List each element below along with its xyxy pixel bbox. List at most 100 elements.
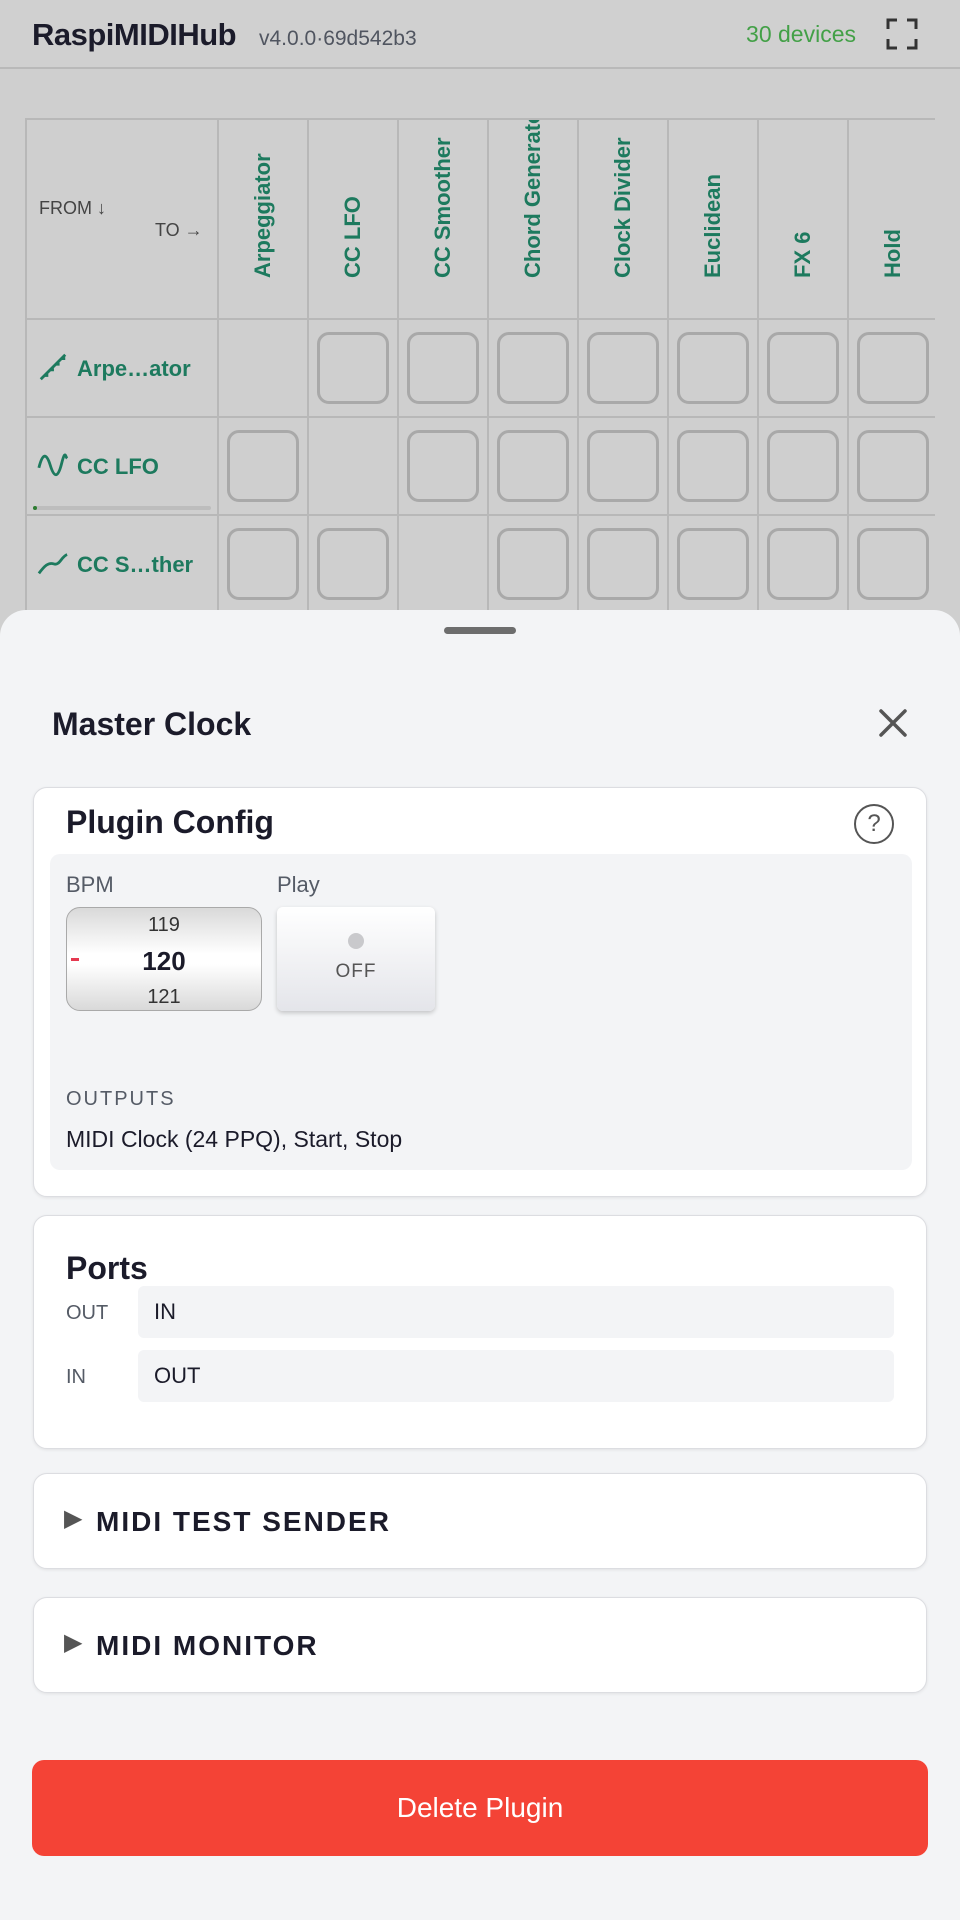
bpm-current-value: 120: [142, 946, 186, 976]
route-toggle[interactable]: [407, 430, 479, 502]
route-toggle[interactable]: [677, 528, 749, 600]
matrix-cell[interactable]: [669, 320, 759, 418]
route-toggle[interactable]: [497, 332, 569, 404]
matrix-column-label: Hold: [880, 229, 905, 278]
matrix-column-header[interactable]: CC LFO: [309, 120, 399, 320]
plugin-sheet: Master Clock Plugin Config ? BPM Play 11…: [0, 610, 960, 1920]
matrix-column-label: Arpeggiator: [250, 153, 275, 278]
matrix-corner: FROM ↓ TO →: [27, 120, 219, 320]
matrix-cell[interactable]: [219, 418, 309, 516]
port-in-label: IN: [66, 1366, 86, 1388]
route-toggle[interactable]: [587, 528, 659, 600]
matrix-column-label: FX 6: [790, 231, 815, 278]
matrix-row-header[interactable]: CC S…ther: [27, 516, 219, 614]
bpm-wheel[interactable]: 119 120 121: [66, 907, 262, 1011]
close-button[interactable]: [876, 706, 910, 740]
route-toggle[interactable]: [317, 332, 389, 404]
matrix-cell[interactable]: [489, 418, 579, 516]
matrix-cell[interactable]: [399, 418, 489, 516]
matrix-column-header[interactable]: Arpeggiator: [219, 120, 309, 320]
matrix-cell[interactable]: [399, 320, 489, 418]
close-icon: [879, 709, 907, 737]
expand-arrow-icon: ▶: [64, 1505, 83, 1532]
midi-monitor-title: MIDI MONITOR: [96, 1630, 319, 1661]
matrix-column-header[interactable]: Euclidean: [669, 120, 759, 320]
matrix-cell[interactable]: [759, 418, 849, 516]
play-state: OFF: [335, 961, 377, 982]
route-toggle[interactable]: [587, 430, 659, 502]
matrix-cell[interactable]: [849, 516, 935, 614]
plugin-config-title: Plugin Config: [66, 804, 274, 840]
route-toggle[interactable]: [857, 528, 929, 600]
matrix-column-header[interactable]: CC Smoother: [399, 120, 489, 320]
matrix-cell[interactable]: [579, 516, 669, 614]
route-toggle[interactable]: [857, 430, 929, 502]
port-in-field[interactable]: OUT: [138, 1350, 894, 1402]
matrix-cell[interactable]: [669, 516, 759, 614]
route-toggle[interactable]: [317, 528, 389, 600]
route-toggle[interactable]: [767, 430, 839, 502]
fullscreen-button[interactable]: [886, 18, 918, 50]
port-out-label: OUT: [66, 1302, 109, 1324]
matrix-row-header[interactable]: Arpe…ator: [27, 320, 219, 418]
activity-meter-fill: [33, 506, 37, 510]
matrix-cell[interactable]: [219, 516, 309, 614]
matrix-column-label: Chord Generator: [520, 118, 545, 278]
matrix-column-header[interactable]: Hold: [849, 120, 935, 320]
matrix-cell[interactable]: [489, 320, 579, 418]
matrix-cell[interactable]: [489, 516, 579, 614]
route-toggle[interactable]: [677, 332, 749, 404]
matrix-column-header[interactable]: Chord Generator: [489, 120, 579, 320]
route-toggle[interactable]: [677, 430, 749, 502]
matrix-cell[interactable]: [579, 320, 669, 418]
matrix-row-header[interactable]: CC LFO: [27, 418, 219, 516]
matrix-cell[interactable]: [759, 320, 849, 418]
matrix-column-header[interactable]: Clock Divider: [579, 120, 669, 320]
matrix-cell[interactable]: [669, 418, 759, 516]
route-toggle[interactable]: [767, 332, 839, 404]
route-toggle[interactable]: [767, 528, 839, 600]
help-button[interactable]: ?: [854, 804, 894, 844]
routing-matrix: FROM ↓ TO → Arpeggiator CC LFO CC Smoother…: [25, 118, 935, 618]
play-led-indicator: [348, 933, 364, 949]
bpm-next-value: 121: [147, 986, 181, 1008]
route-toggle[interactable]: [407, 332, 479, 404]
device-count[interactable]: 30 devices: [746, 21, 856, 48]
matrix-cell: [309, 418, 399, 516]
matrix-column-label: Clock Divider: [610, 137, 635, 278]
sheet-grab-handle[interactable]: [444, 627, 516, 634]
plugin-config-card: Plugin Config ? BPM Play 119 120 121 OFF…: [33, 787, 927, 1197]
matrix-cell[interactable]: [849, 320, 935, 418]
route-toggle[interactable]: [227, 528, 299, 600]
matrix-cell[interactable]: [309, 516, 399, 614]
matrix-column-label: CC Smoother: [430, 137, 455, 278]
route-toggle[interactable]: [497, 430, 569, 502]
midi-test-sender-section[interactable]: ▶ MIDI TEST SENDER: [33, 1473, 927, 1569]
sheet-title: Master Clock: [52, 706, 252, 742]
port-out-field[interactable]: IN: [138, 1286, 894, 1338]
play-label: Play: [277, 872, 320, 897]
route-toggle[interactable]: [587, 332, 659, 404]
outputs-value: MIDI Clock (24 PPQ), Start, Stop: [66, 1126, 403, 1152]
midi-monitor-section[interactable]: ▶ MIDI MONITOR: [33, 1597, 927, 1693]
fullscreen-icon: [886, 18, 918, 50]
top-bar: RaspiMIDIHub v4.0.0·69d542b3 30 devices: [0, 0, 960, 69]
matrix-cell[interactable]: [849, 418, 935, 516]
matrix-cell[interactable]: [759, 516, 849, 614]
matrix-cell: [399, 516, 489, 614]
play-toggle[interactable]: OFF: [277, 907, 435, 1011]
delete-plugin-button[interactable]: Delete Plugin: [32, 1760, 928, 1856]
matrix-row-label: CC S…ther: [77, 552, 194, 577]
matrix-cell[interactable]: [579, 418, 669, 516]
arpeggiator-icon: [39, 353, 67, 381]
route-toggle[interactable]: [857, 332, 929, 404]
route-toggle[interactable]: [227, 430, 299, 502]
matrix-cell: [219, 320, 309, 418]
matrix-column-header[interactable]: FX 6: [759, 120, 849, 320]
expand-arrow-icon: ▶: [64, 1629, 83, 1656]
route-toggle[interactable]: [497, 528, 569, 600]
outputs-heading: OUTPUTS: [66, 1088, 176, 1110]
activity-meter: [33, 506, 211, 510]
bpm-prev-value: 119: [148, 914, 180, 936]
matrix-cell[interactable]: [309, 320, 399, 418]
